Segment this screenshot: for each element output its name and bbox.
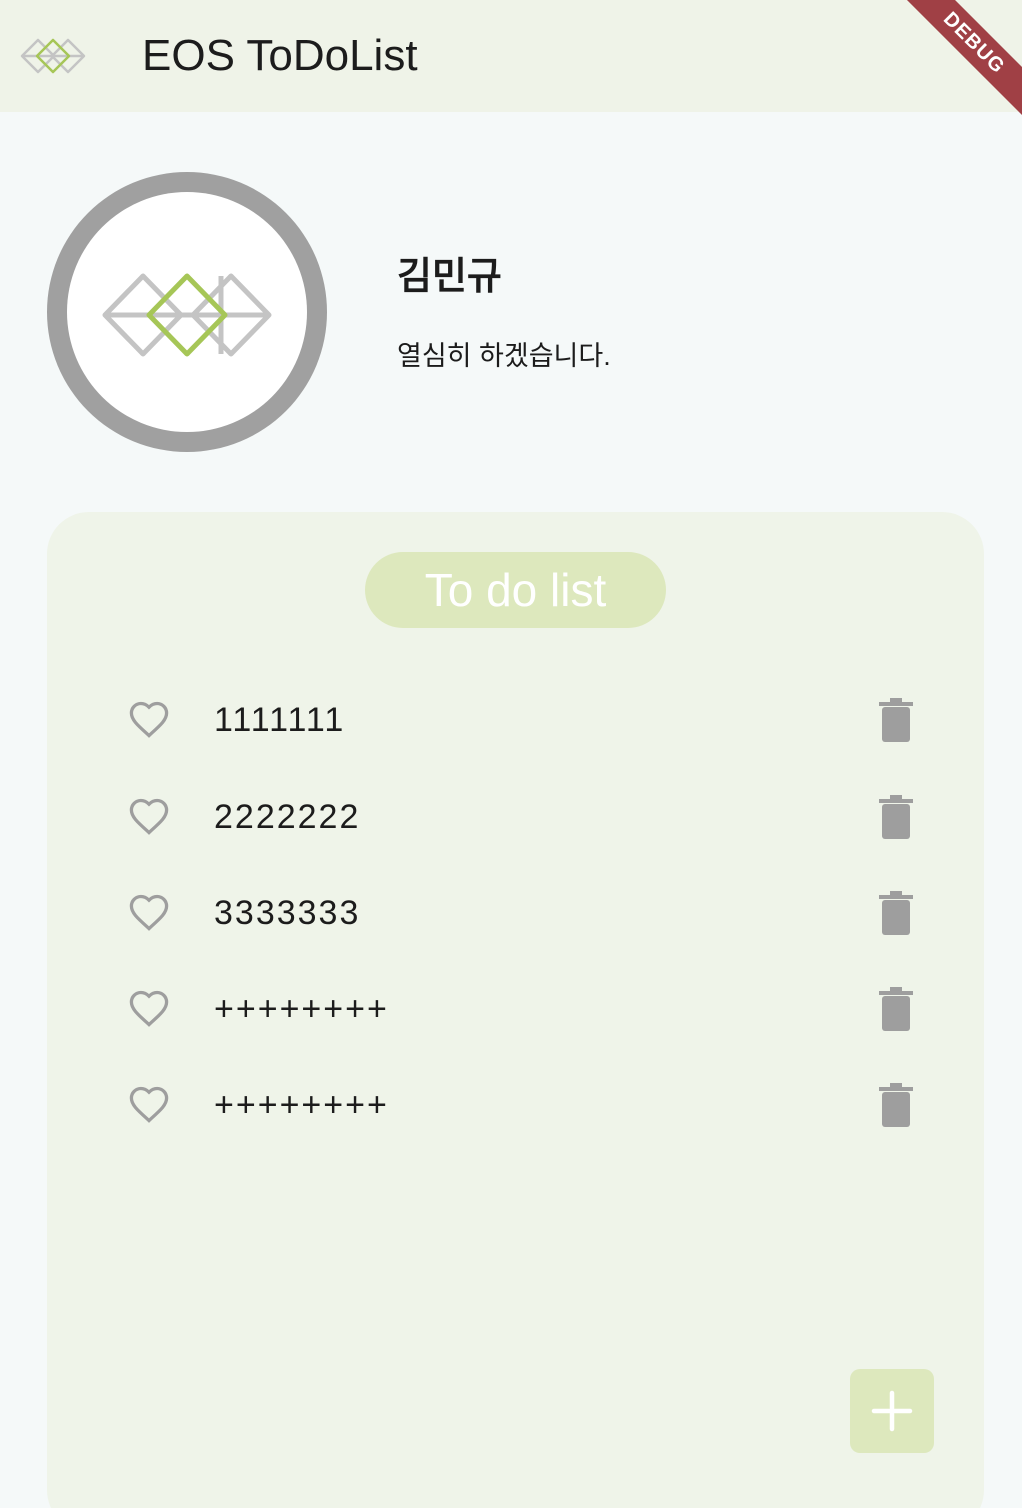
profile-name: 김민규 (397, 256, 502, 298)
todo-item-text: ++++++++ (214, 990, 389, 1028)
heart-outline-icon[interactable] (127, 891, 171, 935)
eos-logo-icon (102, 273, 272, 357)
trash-icon[interactable] (877, 987, 915, 1031)
add-todo-button[interactable] (850, 1369, 934, 1453)
todo-item: ++++++++ (47, 1069, 984, 1141)
todo-item-text: 1111111 (214, 701, 346, 739)
heart-outline-icon[interactable] (127, 795, 171, 839)
eos-logo-icon (20, 38, 86, 74)
debug-banner: DEBUG (891, 0, 1022, 126)
todo-item: ++++++++ (47, 973, 984, 1045)
app-screen: EOS ToDoList DEBUG 김민규 열심히 하겠습니다. To do … (0, 0, 1022, 1508)
todo-title-chip: To do list (365, 552, 666, 628)
trash-icon[interactable] (877, 891, 915, 935)
profile-motto: 열심히 하겠습니다. (397, 341, 611, 371)
todo-item-text: 2222222 (214, 798, 361, 836)
avatar-frame (67, 192, 307, 432)
heart-outline-icon[interactable] (127, 698, 171, 742)
trash-icon[interactable] (877, 698, 915, 742)
heart-outline-icon[interactable] (127, 987, 171, 1031)
todo-item: 2222222 (47, 781, 984, 853)
todo-item-text: 3333333 (214, 894, 361, 932)
trash-icon[interactable] (877, 1083, 915, 1127)
app-bar: EOS ToDoList DEBUG (0, 0, 1022, 126)
plus-icon (871, 1390, 913, 1432)
heart-outline-icon[interactable] (127, 1083, 171, 1127)
todo-item: 1111111 (47, 684, 984, 756)
profile-avatar (47, 172, 327, 452)
todo-item: 3333333 (47, 877, 984, 949)
trash-icon[interactable] (877, 795, 915, 839)
todo-card: To do list 1111111 2222222 3333333 +++++… (47, 512, 984, 1508)
app-title: EOS ToDoList (142, 31, 418, 80)
todo-item-text: ++++++++ (214, 1086, 389, 1124)
